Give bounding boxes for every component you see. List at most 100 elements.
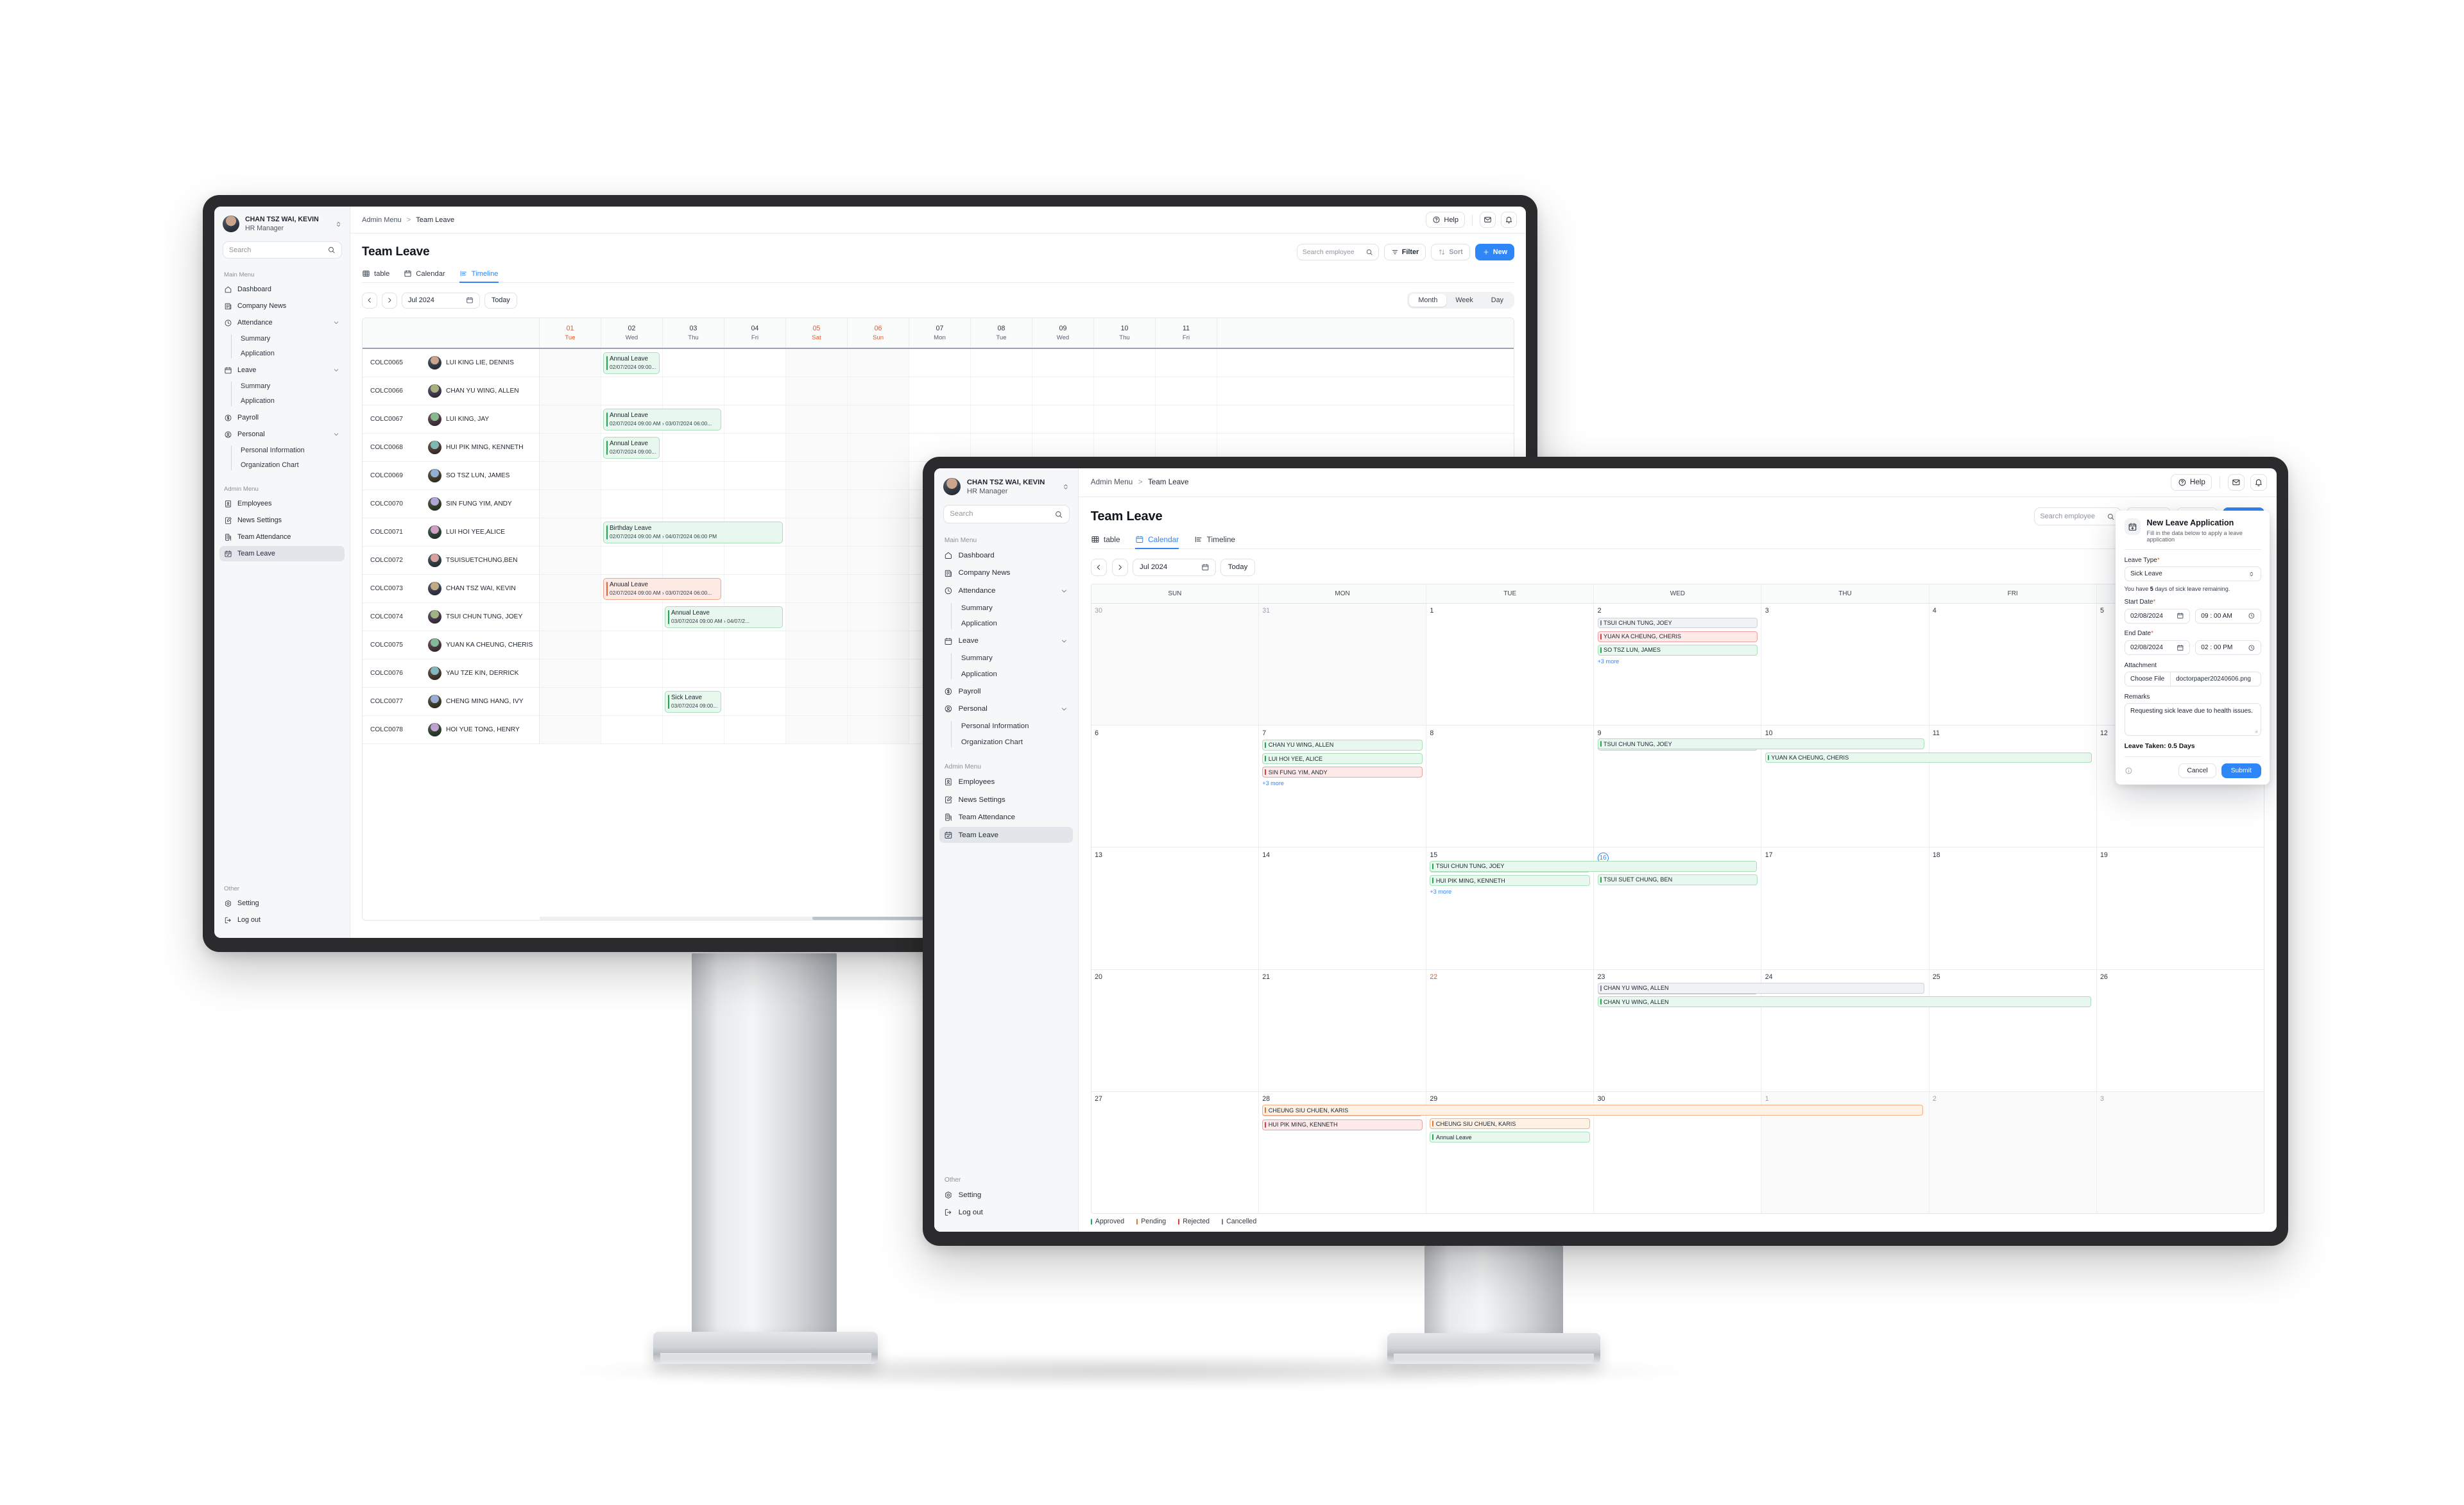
leave-chip[interactable]: Birthday Leave 02/07/2024 09:00 AM › 04/0… [603,521,783,543]
calendar-day-cell[interactable]: 6 [1091,726,1259,847]
chevron-down-icon[interactable] [332,319,340,327]
more-events-link[interactable]: +3 more [1430,889,1590,895]
breadcrumb-root[interactable]: Admin Menu [362,216,402,224]
calendar-event[interactable]: CHAN YU WING, ALLEN [1597,982,1925,994]
clock-icon[interactable] [2248,644,2255,652]
calendar-day-cell[interactable]: 23 CHAN YU WING, ALLEN CHAN YU WING, ALLEN… [1594,969,2092,1091]
calendar-day-cell[interactable]: 4 [1929,603,2097,726]
mail-button[interactable] [2227,473,2245,491]
calendar-icon[interactable] [2177,612,2184,620]
calendar-event[interactable]: CHEUNG SIU CHUEN, KARIS [1262,1105,1924,1116]
sidebar-search[interactable] [943,505,1070,523]
chevron-updown-icon[interactable] [1061,482,1070,491]
search-input[interactable] [229,246,323,254]
calendar-day-cell[interactable]: 1 [1426,603,1595,726]
calendar-icon[interactable] [2177,644,2184,652]
start-time-field[interactable]: 09 : 00 AM [2194,608,2261,624]
chevron-down-icon[interactable] [1060,705,1068,713]
calendar-icon[interactable] [1201,563,1210,572]
cancel-button[interactable]: Cancel [2178,763,2217,778]
notifications-button[interactable] [1501,212,1517,228]
sidebar-subitem-application[interactable]: Application [951,667,1078,682]
user-profile-button[interactable]: CHAN TSZ WAI, KEVIN HR Manager [214,207,350,239]
sidebar-search[interactable] [223,241,342,259]
leave-chip[interactable]: Annual Leave 02/07/2024 09:00 AM › 03/07/… [603,408,721,430]
info-icon[interactable] [2125,767,2133,775]
period-field[interactable]: Jul 2024 [1133,559,1216,576]
sidebar-subitem-summary[interactable]: Summary [951,600,1078,616]
tab-table[interactable]: table [362,269,389,282]
calendar-icon[interactable] [466,296,474,304]
calendar-day-cell[interactable]: 26 [2097,970,2264,1091]
calendar-event[interactable]: Annual Leave [1430,1132,1590,1143]
sidebar-item-personal[interactable]: Personal [219,427,345,442]
chevron-down-icon[interactable] [332,430,340,438]
calendar-day-cell[interactable]: 9TSUI CHUN TUNG, JOEYHUI PIK MING, KENNE… [1594,726,1925,847]
calendar-day-cell[interactable]: 22 [1426,969,1595,1091]
tab-table[interactable]: table [1091,535,1120,548]
sidebar-item-log-out[interactable]: Log out [219,912,345,928]
calendar-day-cell[interactable]: 7 CHAN YU WING, ALLEN LUI HOI YEE, ALICE SI… [1259,726,1427,847]
tab-timeline[interactable]: Timeline [459,269,499,283]
resize-grip-icon[interactable] [2252,727,2259,734]
sidebar-item-employees[interactable]: Employees [219,496,345,511]
sidebar-subitem-summary[interactable]: Summary [951,650,1078,666]
calendar-event[interactable]: TSUI CHUN TUNG, JOEY [1430,860,1758,872]
calendar-event[interactable]: HUI PIK MING, KENNETH [1262,1119,1423,1130]
sidebar-item-personal[interactable]: Personal [939,701,1073,717]
calendar-event[interactable]: TSUI CHUN TUNG, JOEY [1597,617,1758,629]
table-row[interactable]: COLC0066 CHAN YU WING, ALLEN [363,377,1514,405]
chevron-down-icon[interactable] [332,366,340,374]
calendar-event[interactable]: CHAN YU WING, ALLEN [1597,996,2092,1007]
tab-calendar[interactable]: Calendar [1134,535,1179,550]
leave-chip[interactable]: Annual Leave 02/07/2024 09:00... [603,436,660,459]
sidebar-item-company-news[interactable]: Company News [939,565,1073,581]
calendar-event[interactable]: SIN FUNG YIM, ANDY [1262,767,1423,778]
calendar-day-cell[interactable]: 27 [1091,1091,1259,1214]
calendar-day-cell[interactable]: 8 [1426,726,1595,847]
sidebar-item-employees[interactable]: Employees [939,774,1073,790]
calendar-day-cell[interactable]: 3 [1761,603,1929,726]
calendar-day-cell[interactable]: 18 [1929,847,2097,969]
filter-button[interactable]: Filter [1383,244,1426,260]
prev-period-button[interactable] [362,292,377,309]
tab-calendar[interactable]: Calendar [404,269,445,282]
help-button[interactable]: Help [1426,212,1465,228]
choose-file-button[interactable]: Choose File [2125,672,2171,686]
employee-search-input[interactable] [2040,513,2102,521]
calendar-day-cell[interactable]: 11 [1929,726,2097,847]
calendar-day-cell[interactable]: 2 TSUI CHUN TUNG, JOEY YUAN KA CHEUNG, CHE… [1594,603,1762,726]
calendar-day-cell[interactable]: 17 [1761,847,1929,969]
prev-period-button[interactable] [1090,559,1108,576]
calendar-event[interactable]: TSUI SUET CHUNG, BEN [1597,874,1758,885]
sidebar-item-news-settings[interactable]: News Settings [939,792,1073,808]
end-time-field[interactable]: 02 : 00 PM [2194,640,2261,655]
calendar-event[interactable]: CHAN YU WING, ALLEN [1262,739,1423,751]
breadcrumb-root[interactable]: Admin Menu [1091,478,1133,486]
leave-chip[interactable]: Anuual Leave 02/07/2024 09:00 AM › 03/07/… [603,577,721,600]
sidebar-item-payroll[interactable]: Payroll [939,683,1073,699]
view-range-day[interactable]: Day [1482,294,1512,307]
chevron-down-icon[interactable] [1060,587,1068,595]
new-button[interactable]: New [1475,244,1514,260]
sidebar-subitem-summary[interactable]: Summary [231,379,350,394]
sidebar-item-team-attendance[interactable]: Team Attendance [939,810,1073,826]
clock-icon[interactable] [2248,612,2255,620]
sidebar-item-leave[interactable]: Leave [219,362,345,378]
sidebar-item-team-leave[interactable]: Team Leave [219,546,345,561]
end-date-field[interactable]: 02/08/2024 [2124,640,2191,655]
sidebar-subitem-personal-information[interactable]: Personal Information [951,718,1078,734]
calendar-day-cell[interactable]: 13 [1091,847,1259,969]
calendar-event[interactable]: HUI PIK MING, KENNETH [1430,875,1590,887]
sidebar-item-payroll[interactable]: Payroll [219,410,345,425]
remarks-textarea[interactable]: Requesting sick leave due to health issu… [2124,702,2261,736]
sidebar-subitem-summary[interactable]: Summary [231,332,350,346]
chevron-updown-icon[interactable] [334,220,343,228]
sidebar-subitem-organization-chart[interactable]: Organization Chart [951,735,1078,750]
calendar-day-cell[interactable]: 25 [1929,969,2097,1091]
sidebar-item-attendance[interactable]: Attendance [939,582,1073,599]
calendar-event[interactable]: YUAN KA CHEUNG, CHERIS [1765,752,2092,763]
today-button[interactable]: Today [484,292,517,309]
calendar-day-cell[interactable]: 21 [1259,969,1427,1091]
calendar-day-cell[interactable]: 2 [1929,1091,2097,1214]
